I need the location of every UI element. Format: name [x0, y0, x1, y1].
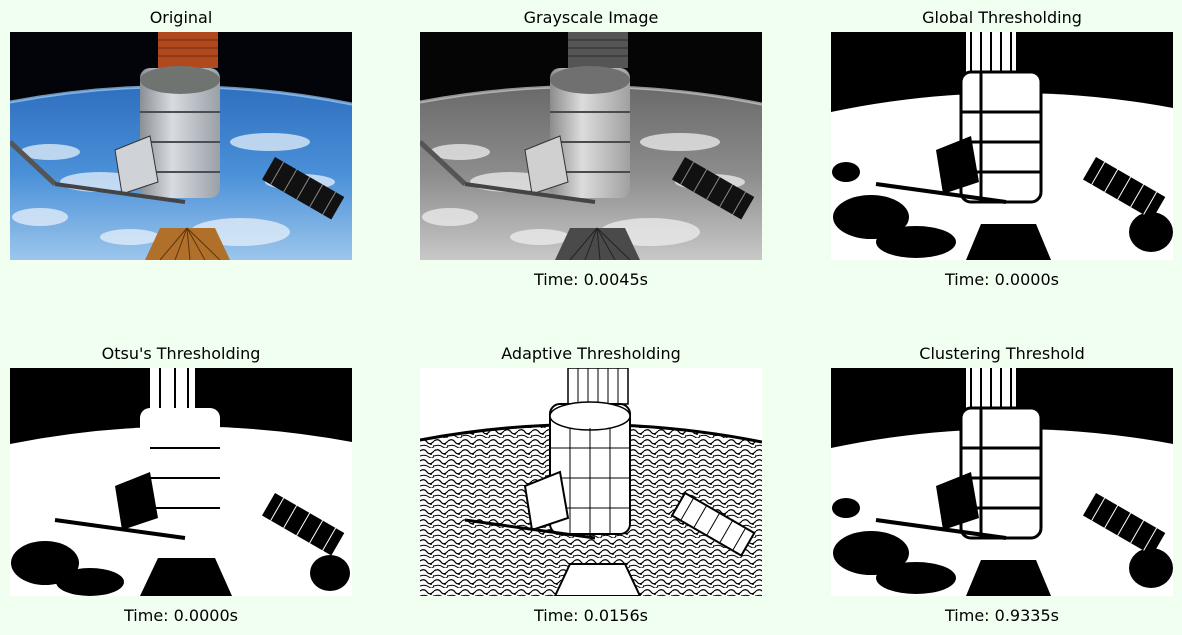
clustering-threshold-image: [831, 368, 1173, 596]
panel-caption: [10, 268, 352, 292]
panel-caption: Time: 0.0045s: [534, 270, 648, 289]
panel-title: Global Thresholding: [922, 8, 1082, 27]
panel-caption: Time: 0.0156s: [534, 606, 648, 625]
adaptive-threshold-image: [420, 368, 762, 596]
panel-caption: Time: 0.0000s: [124, 606, 238, 625]
global-threshold-image: [831, 32, 1173, 260]
panel-caption: Time: 0.0000s: [945, 270, 1059, 289]
panel-title: Clustering Threshold: [919, 344, 1085, 363]
original-image: [10, 32, 352, 260]
panel-title: Otsu's Thresholding: [101, 344, 261, 363]
otsu-threshold-image: [10, 368, 352, 596]
panel-title: Adaptive Thresholding: [501, 344, 681, 363]
panel-title: Original: [149, 8, 213, 27]
panel-caption: Time: 0.9335s: [945, 606, 1059, 625]
grayscale-image: [420, 32, 762, 260]
panel-title: Grayscale Image: [523, 8, 659, 27]
